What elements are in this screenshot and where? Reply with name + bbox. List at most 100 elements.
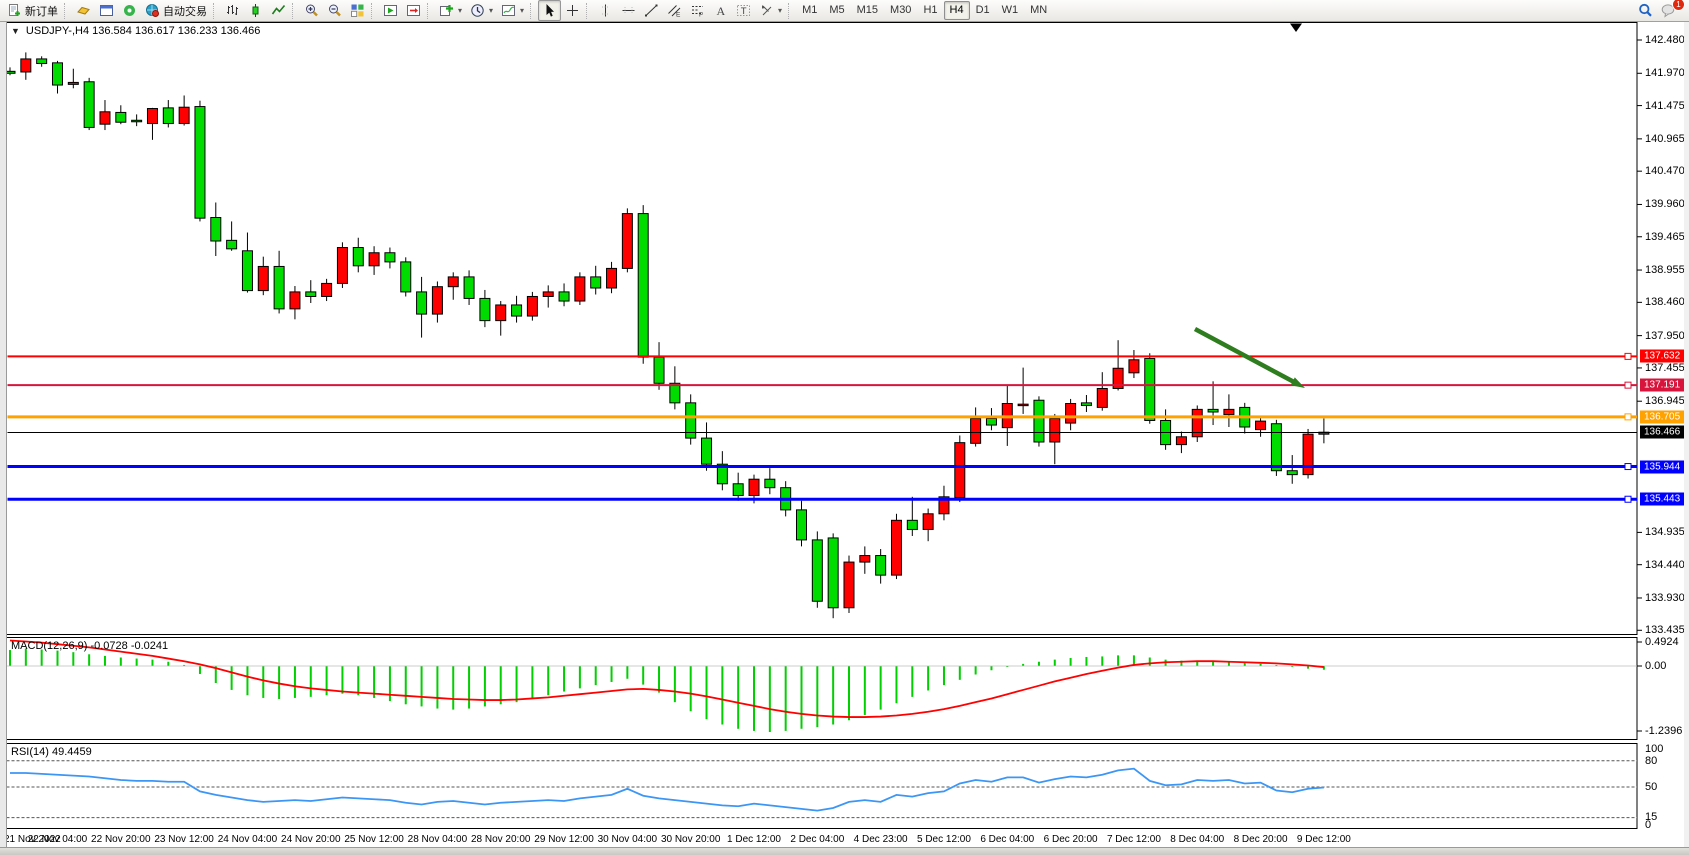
timeframe-button-h1[interactable]: H1 [917, 1, 943, 20]
candle-bull [955, 443, 965, 498]
candle-bear [512, 305, 522, 316]
tile-windows-button[interactable] [346, 0, 369, 21]
candle-bear [1287, 471, 1297, 475]
text-button[interactable]: A [709, 0, 732, 21]
template-icon [501, 3, 516, 18]
candle-bear [227, 240, 237, 248]
trendline-icon [644, 3, 659, 18]
candle-bear [670, 383, 680, 403]
timeframe-button-m30[interactable]: M30 [884, 1, 917, 20]
time-axis-label: 29 Nov 12:00 [534, 834, 594, 845]
price-axis-tick: 133.930 [1645, 592, 1685, 604]
timeframe-button-mn[interactable]: MN [1024, 1, 1053, 20]
zoom-in-button[interactable] [300, 0, 323, 21]
hline-handle[interactable] [1625, 382, 1631, 388]
candle-bull [337, 248, 347, 284]
dropdown-caret-icon[interactable]: ▾ [778, 6, 782, 15]
rsi-axis-tick: 0 [1645, 819, 1651, 831]
price-axis-tick: 138.955 [1645, 264, 1685, 276]
line-chart-button[interactable] [267, 0, 290, 21]
hline-handle[interactable] [1625, 496, 1631, 502]
templates-button[interactable]: ▾ [497, 0, 528, 21]
candle-bear [306, 292, 316, 297]
shapes-button[interactable]: ▾ [755, 0, 786, 21]
new-order-button[interactable]: 新订单 [3, 0, 62, 21]
candle-bull [527, 296, 537, 316]
equidistant-channel-button[interactable]: E [663, 0, 686, 21]
zoom-out-button[interactable] [323, 0, 346, 21]
price-axis-tick: 140.965 [1645, 133, 1685, 145]
candle-bear [1145, 358, 1155, 420]
chart-shift-button[interactable] [402, 0, 425, 21]
candle-bull [68, 82, 78, 84]
dropdown-caret-icon[interactable]: ▾ [458, 6, 462, 15]
timeframe-button-m1[interactable]: M1 [796, 1, 823, 20]
crosshair-icon [565, 3, 580, 18]
time-axis-label: 24 Nov 20:00 [281, 834, 341, 845]
candle-bull [432, 287, 442, 314]
candle-bull [179, 107, 189, 123]
search-icon [1638, 3, 1653, 18]
auto-scroll-button[interactable] [379, 0, 402, 21]
dropdown-caret-icon[interactable]: ▾ [520, 6, 524, 15]
timeframe-button-d1[interactable]: D1 [970, 1, 996, 20]
notifications-button[interactable]: 1 [1657, 0, 1680, 21]
timeframe-button-m15[interactable]: M15 [851, 1, 884, 20]
candle-bear [195, 107, 205, 219]
timeframe-button-w1[interactable]: W1 [996, 1, 1025, 20]
tiles-icon [350, 3, 365, 18]
time-axis-label: 30 Nov 20:00 [661, 834, 721, 845]
time-axis-label: 30 Nov 04:00 [598, 834, 658, 845]
hline-handle[interactable] [1625, 353, 1631, 359]
data-window-button[interactable] [95, 0, 118, 21]
new-chart-button[interactable]: ▾ [435, 0, 466, 21]
trendline-button[interactable] [640, 0, 663, 21]
candle-bear [464, 277, 474, 299]
candle-bull [607, 268, 617, 288]
candle-bear [1034, 400, 1044, 442]
candlestick-chart-button[interactable] [244, 0, 267, 21]
sound-alert-button[interactable] [118, 0, 141, 21]
labelT-icon: T [736, 3, 751, 18]
crosshair-button[interactable] [561, 0, 584, 21]
time-axis-label: 4 Dec 23:00 [854, 834, 908, 845]
zoom-in-icon [304, 3, 319, 18]
bars-icon [225, 3, 240, 18]
svg-text:A: A [717, 4, 726, 18]
chart-canvas [0, 0, 1689, 855]
price-axis-tick: 140.470 [1645, 165, 1685, 177]
price-axis-tick: 136.945 [1645, 395, 1685, 407]
dropdown-caret-icon[interactable]: ▾ [489, 6, 493, 15]
candle-bull [1097, 388, 1107, 407]
hline-handle[interactable] [1625, 464, 1631, 470]
auto-trading-button[interactable]: 自动交易 [141, 0, 211, 21]
vertical-line-button[interactable] [594, 0, 617, 21]
doc-plus-icon [7, 3, 22, 18]
channel-icon: E [667, 3, 682, 18]
candle-bull [322, 283, 332, 296]
window-icon [99, 3, 114, 18]
bar-chart-button[interactable] [221, 0, 244, 21]
timeframe-button-m5[interactable]: M5 [823, 1, 850, 20]
fibonacci-button[interactable]: F [686, 0, 709, 21]
timeframe-button-h4[interactable]: H4 [944, 1, 970, 20]
chart-menu-caret-icon[interactable]: ▼ [11, 26, 20, 36]
candle-bull [844, 562, 854, 608]
period-selector-button[interactable]: ▾ [466, 0, 497, 21]
linechart-icon [271, 3, 286, 18]
candle-bear [638, 214, 648, 358]
hline-handle[interactable] [1625, 414, 1631, 420]
macd-pane [7, 638, 1638, 740]
price-tag-137.191: 137.191 [1640, 379, 1689, 392]
toolbar-separator [292, 3, 297, 19]
text-label-button[interactable]: T [732, 0, 755, 21]
search-button[interactable] [1634, 0, 1657, 21]
zoom-out-icon [327, 3, 342, 18]
candle-bear [812, 540, 822, 601]
horizontal-line-button[interactable] [617, 0, 640, 21]
cursor-button[interactable] [538, 0, 561, 21]
market-watch-button[interactable] [72, 0, 95, 21]
candle-bear [907, 520, 917, 529]
candle-bear [654, 357, 664, 383]
candle-bull [21, 59, 31, 72]
